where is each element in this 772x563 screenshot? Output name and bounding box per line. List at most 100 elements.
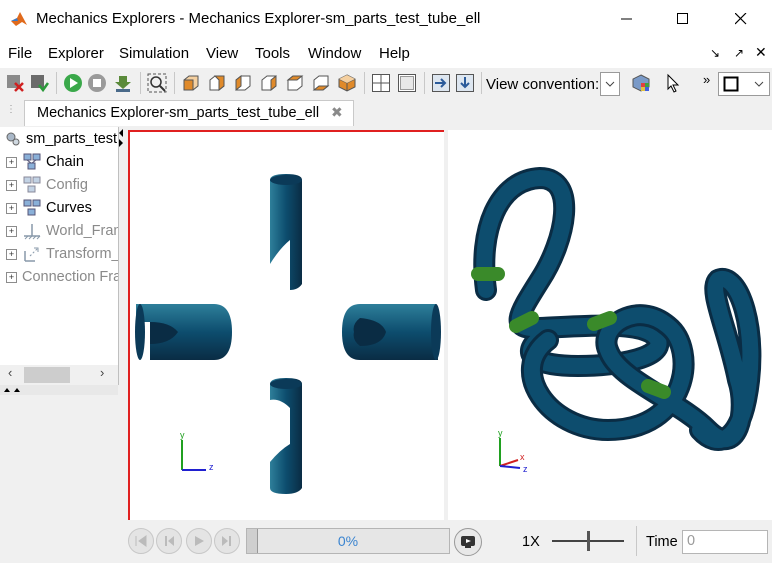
maximize-button[interactable] — [654, 0, 712, 38]
expand-icon[interactable]: + — [6, 157, 17, 168]
menu-help[interactable]: Help — [379, 45, 410, 62]
axis-x-label: x — [520, 452, 525, 462]
panel-close-icon[interactable]: ✕ — [755, 44, 767, 61]
record-icon — [461, 536, 475, 548]
dock-arrow-icon[interactable]: ↘ — [710, 46, 720, 60]
view-right-icon — [261, 74, 277, 92]
layout-4-icon — [372, 74, 390, 92]
playback-progress-bar[interactable]: 0% — [246, 528, 450, 554]
import-button[interactable] — [430, 72, 452, 94]
tree-item-label: Curves — [46, 200, 92, 216]
record-button[interactable] — [454, 528, 482, 556]
tab-close-icon[interactable]: ✖ — [331, 104, 343, 121]
close-button[interactable] — [712, 0, 770, 38]
view-front-button[interactable] — [180, 72, 202, 94]
viewport-left[interactable]: y z — [128, 130, 446, 522]
run-icon — [64, 74, 82, 92]
toolbar-separator — [56, 72, 57, 94]
view-right-button[interactable] — [258, 72, 280, 94]
axis-z-label: z — [209, 462, 214, 472]
tab-mechanics-explorer[interactable]: Mechanics Explorer-sm_parts_test_tube_el… — [24, 100, 354, 126]
run-button[interactable] — [62, 72, 84, 94]
tree-item-label: Chain — [46, 154, 84, 170]
expand-icon[interactable]: + — [6, 203, 17, 214]
config-icon — [23, 176, 41, 193]
tree-item-label: Transform_ — [46, 246, 119, 262]
collapse-arrows-icon[interactable] — [3, 387, 23, 393]
fit-button[interactable] — [146, 72, 168, 94]
menu-tools[interactable]: Tools — [255, 45, 290, 62]
toolbar-separator — [481, 72, 482, 94]
menu-explorer[interactable]: Explorer — [48, 45, 104, 62]
expand-icon[interactable]: + — [6, 249, 17, 260]
layout-1-icon — [398, 74, 416, 92]
minimize-button[interactable] — [598, 0, 656, 38]
tube-top — [270, 174, 302, 290]
view-back-button[interactable] — [206, 72, 228, 94]
color-button[interactable] — [630, 72, 652, 94]
step-forward-icon — [222, 536, 231, 546]
maximize-icon — [677, 13, 688, 24]
scroll-right-icon[interactable]: › — [100, 365, 104, 380]
export-button[interactable] — [454, 72, 476, 94]
viewport-left-scene: y z — [135, 174, 441, 494]
view-top-icon — [286, 75, 304, 91]
menu-simulation[interactable]: Simulation — [119, 45, 189, 62]
menu-window[interactable]: Window — [308, 45, 361, 62]
view-bottom-button[interactable] — [310, 72, 332, 94]
chevron-down-icon — [605, 81, 615, 87]
expand-icon[interactable]: + — [6, 180, 17, 191]
panel-toggle-arrows-icon[interactable] — [118, 127, 124, 149]
layout-4-button[interactable] — [370, 72, 392, 94]
expand-icon[interactable]: + — [6, 226, 17, 237]
view-iso-button[interactable] — [336, 72, 358, 94]
axis-triad-right: y x z — [498, 428, 528, 474]
pointer-button[interactable] — [662, 72, 684, 94]
scroll-left-icon[interactable]: ‹ — [8, 365, 12, 380]
view-left-icon — [235, 74, 251, 92]
save-button[interactable] — [28, 72, 50, 94]
view-front-icon — [183, 75, 199, 91]
toolbar-separator — [424, 72, 425, 94]
view-left-button[interactable] — [232, 72, 254, 94]
menu-bar: File Explorer Simulation View Tools Wind… — [0, 38, 772, 68]
stop-button[interactable] — [86, 72, 108, 94]
view-top-button[interactable] — [284, 72, 306, 94]
playbar-separator — [636, 526, 637, 556]
import-icon — [432, 74, 450, 92]
matlab-logo-icon — [11, 12, 27, 26]
time-field[interactable]: 0 — [682, 530, 768, 554]
splitter-bar[interactable] — [0, 385, 118, 395]
play-button[interactable] — [186, 528, 212, 554]
color-icon — [632, 74, 650, 92]
helical-tube — [471, 166, 762, 451]
step-button[interactable] — [112, 72, 134, 94]
skip-start-button[interactable] — [128, 528, 154, 554]
slider-thumb[interactable] — [587, 531, 590, 551]
expand-icon[interactable]: + — [6, 272, 17, 283]
playback-speed-slider[interactable] — [552, 530, 624, 552]
tube-bottom — [270, 378, 302, 494]
scroll-thumb[interactable] — [24, 367, 70, 383]
stop-icon — [88, 74, 106, 92]
layout-dropdown[interactable] — [718, 72, 770, 96]
step-back-icon — [165, 536, 174, 546]
view-convention-dropdown[interactable] — [600, 72, 620, 96]
view-convention-label: View convention: — [486, 76, 600, 93]
menu-file[interactable]: File — [8, 45, 32, 62]
axis-y-label: y — [180, 430, 185, 440]
layout-1-button[interactable] — [396, 72, 418, 94]
viewport-right[interactable]: y x z — [448, 130, 772, 520]
progress-label: 0% — [337, 533, 359, 549]
time-value: 0 — [687, 533, 696, 549]
pointer-icon — [667, 73, 680, 93]
stop-sim-button[interactable] — [4, 72, 26, 94]
step-back-button[interactable] — [156, 528, 182, 554]
save-icon — [31, 75, 49, 93]
undock-arrow-icon[interactable]: ↗ — [734, 46, 744, 60]
menu-view[interactable]: View — [206, 45, 238, 62]
toolbar-overflow-icon[interactable]: » — [703, 72, 710, 87]
view-iso-icon — [338, 74, 356, 92]
step-forward-button[interactable] — [214, 528, 240, 554]
chevron-down-icon — [754, 81, 764, 87]
